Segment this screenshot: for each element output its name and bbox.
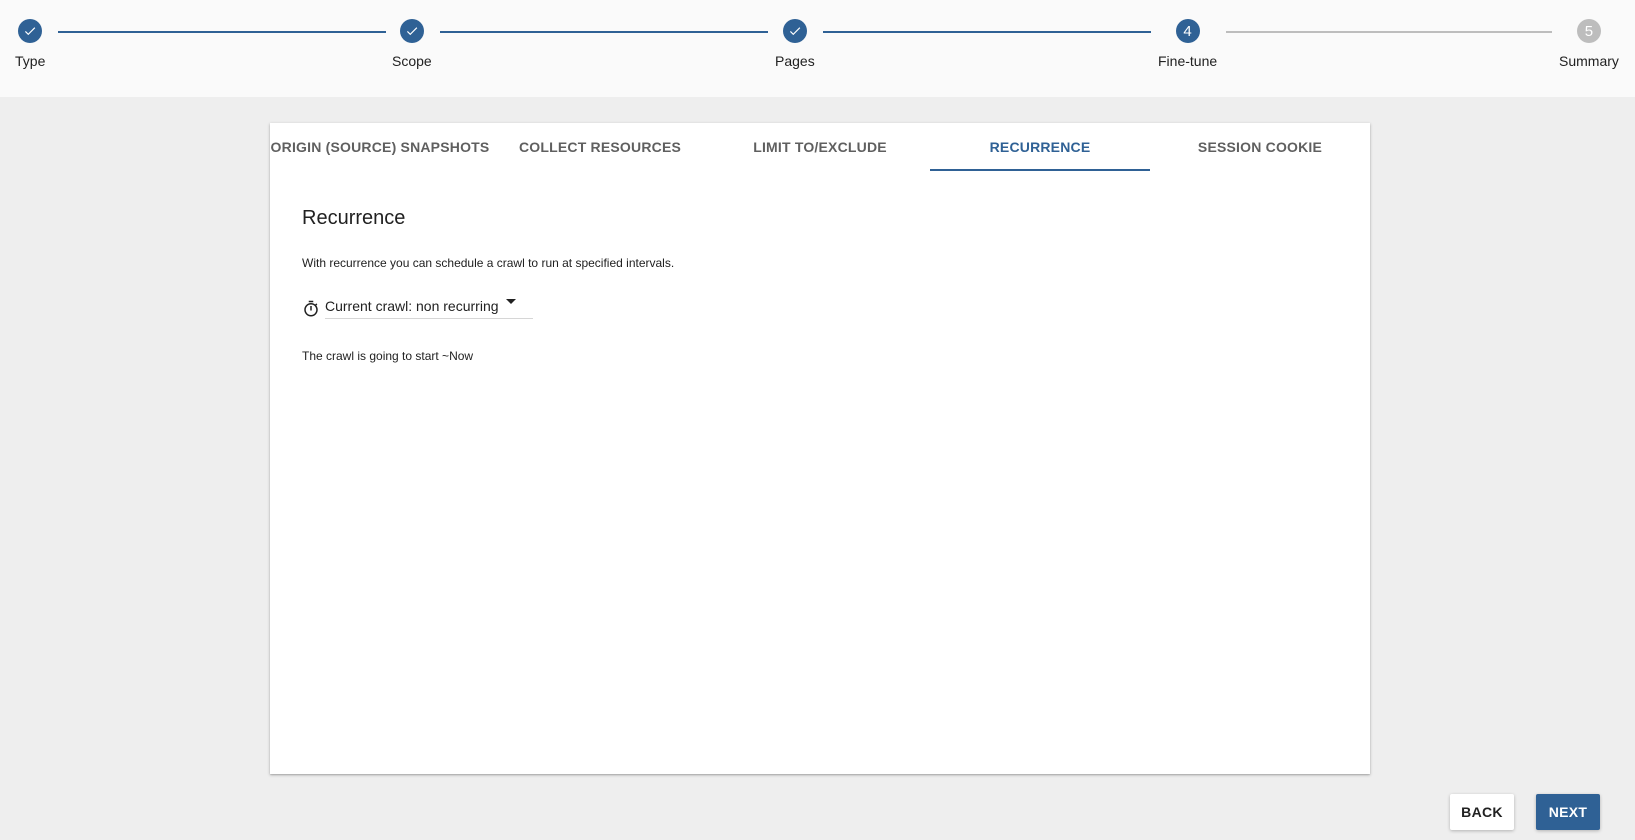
step-connector: [1226, 31, 1552, 33]
start-time-text: The crawl is going to start ~Now: [302, 349, 474, 363]
check-icon: [18, 19, 43, 43]
tab-origin-snapshots[interactable]: ORIGIN (SOURCE) SNAPSHOTS: [270, 123, 490, 171]
check-icon: [399, 19, 424, 43]
step-connector: [440, 31, 768, 33]
step-label: Scope: [392, 53, 432, 69]
wizard-stepper: Type Scope Pages 4 Fine-tune 5 Summary: [0, 0, 1635, 97]
step-fine-tune[interactable]: 4 Fine-tune: [1158, 19, 1217, 69]
next-button[interactable]: NEXT: [1536, 794, 1600, 830]
step-connector: [823, 31, 1151, 33]
tab-collect-resources[interactable]: COLLECT RESOURCES: [490, 123, 710, 171]
step-label: Summary: [1559, 53, 1619, 69]
recurrence-select-value: Current crawl: non recurring: [325, 298, 499, 314]
tab-recurrence[interactable]: RECURRENCE: [930, 123, 1150, 171]
recurrence-select[interactable]: Current crawl: non recurring: [325, 298, 533, 319]
check-icon: [782, 19, 807, 43]
step-label: Type: [15, 53, 46, 69]
timer-icon: [302, 300, 320, 318]
step-type[interactable]: Type: [15, 19, 45, 69]
step-connector: [58, 31, 386, 33]
tab-bar: ORIGIN (SOURCE) SNAPSHOTS COLLECT RESOUR…: [270, 123, 1370, 171]
step-label: Fine-tune: [1158, 53, 1218, 69]
step-number: 5: [1576, 19, 1601, 43]
panel-description: With recurrence you can schedule a crawl…: [302, 256, 675, 270]
step-summary[interactable]: 5 Summary: [1559, 19, 1619, 69]
step-number: 4: [1175, 19, 1200, 43]
step-pages[interactable]: Pages: [775, 19, 815, 69]
tab-limit-exclude[interactable]: LIMIT TO/EXCLUDE: [710, 123, 930, 171]
back-button[interactable]: BACK: [1450, 794, 1514, 830]
fine-tune-card: ORIGIN (SOURCE) SNAPSHOTS COLLECT RESOUR…: [270, 123, 1370, 774]
tab-session-cookie[interactable]: SESSION COOKIE: [1150, 123, 1370, 171]
recurrence-panel: Recurrence With recurrence you can sched…: [302, 207, 1338, 363]
recurrence-select-row: Current crawl: non recurring: [302, 298, 1338, 319]
chevron-down-icon: [505, 298, 517, 306]
panel-title: Recurrence: [302, 207, 406, 229]
step-label: Pages: [775, 53, 815, 69]
step-scope[interactable]: Scope: [392, 19, 432, 69]
